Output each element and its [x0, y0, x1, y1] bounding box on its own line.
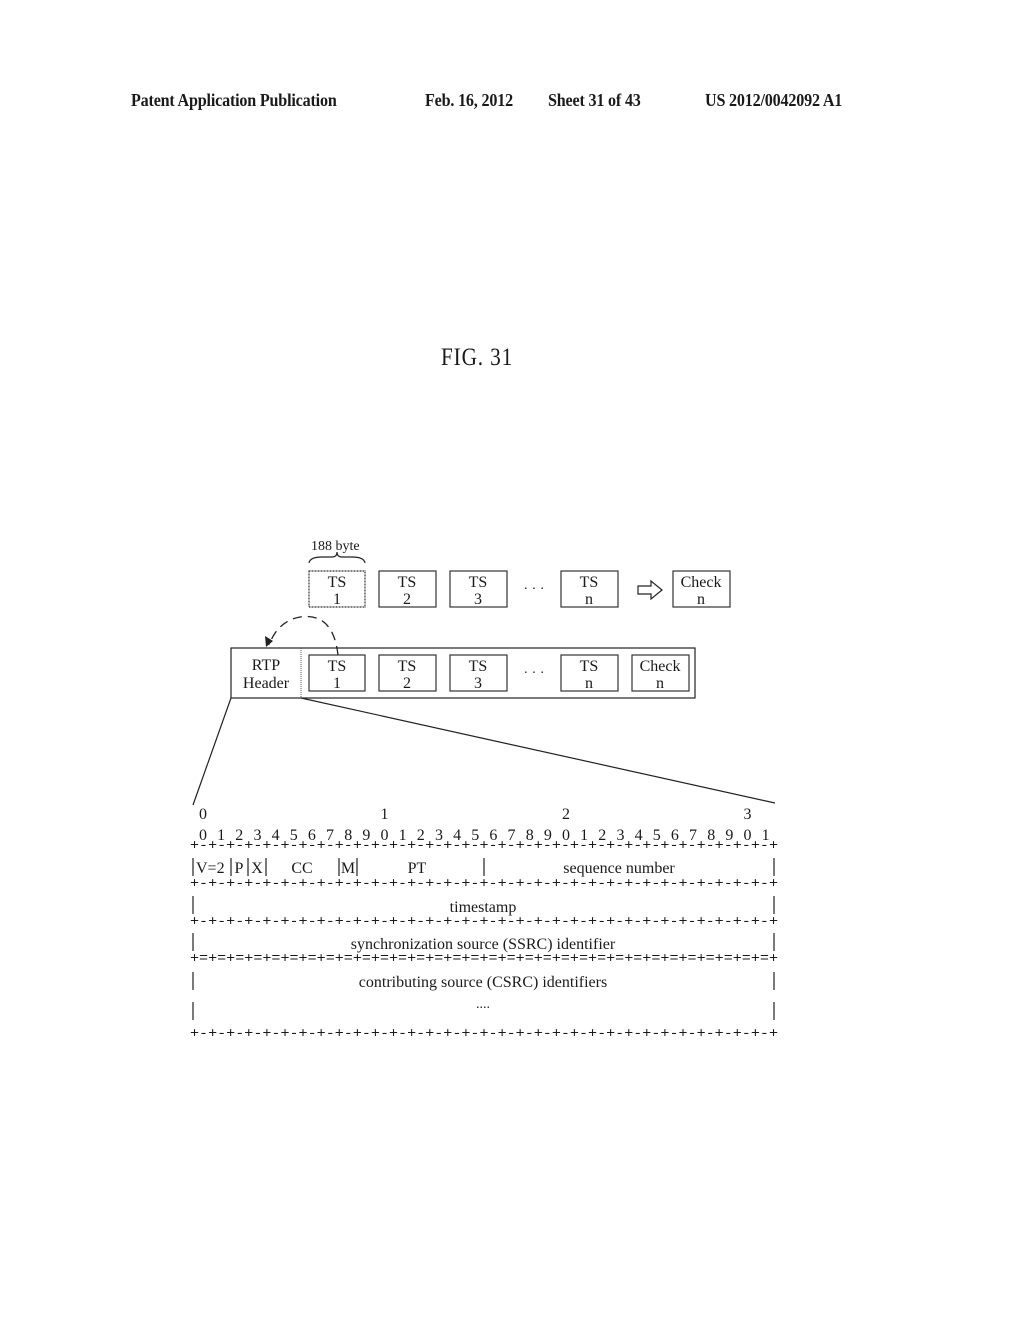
bit-tens-digit: 0 [199, 806, 207, 823]
zoom-line-left [192, 697, 232, 806]
header-row-3: synchronization source (SSRC) identifier [192, 933, 775, 953]
field-padding: P [235, 860, 244, 877]
ts-label: TS [328, 658, 347, 675]
rtp-ts-packet-1: TS 1 [308, 654, 366, 692]
bit-tens-row: 0 1 2 3 [199, 806, 752, 823]
byte-size-label: 188 byte [311, 539, 360, 554]
field-version: V=2 [196, 860, 225, 877]
header-row-4: contributing source (CSRC) identifiers [192, 972, 775, 991]
header-row-1: V=2 P X CC M PT sequence number [192, 858, 775, 877]
ellipsis: · · · [524, 666, 545, 681]
field-csrc: contributing source (CSRC) identifiers [359, 974, 607, 991]
check-index: n [697, 591, 705, 608]
rtp-ts-packet-3: TS 3 [449, 654, 508, 692]
ts-index: 2 [403, 675, 411, 692]
field-extension: X [251, 860, 263, 877]
ts-label: TS [398, 658, 417, 675]
bit-tens-digit: 1 [381, 806, 389, 823]
ts-index: n [585, 591, 593, 608]
row-separator: +-+-+-+-+-+-+-+-+-+-+-+-+-+-+-+-+-+-+-+-… [190, 838, 778, 854]
row-separator: +-+-+-+-+-+-+-+-+-+-+-+-+-+-+-+-+-+-+-+-… [190, 1026, 778, 1042]
field-ssrc: synchronization source (SSRC) identifier [351, 936, 616, 953]
field-csrc-count: CC [291, 860, 312, 877]
rtp-label: RTP [252, 657, 280, 674]
field-timestamp: timestamp [450, 899, 517, 916]
field-marker: M [341, 860, 355, 877]
ts-label: TS [580, 574, 599, 591]
row-separator: +=+=+=+=+=+=+=+=+=+=+=+=+=+=+=+=+=+=+=+=… [190, 951, 778, 967]
check-label: Check [681, 574, 722, 591]
rtp-diagram: 188 byte TS 1 TS 2 TS 3 · · · TS n Check… [190, 539, 778, 1042]
ts-label: TS [328, 574, 347, 591]
ts-packet-3: TS 3 [449, 570, 508, 608]
rtp-header-box: RTP Header [243, 657, 290, 692]
bit-tens-digit: 2 [562, 806, 570, 823]
ts-index: 3 [474, 675, 482, 692]
header-row-5: .... [192, 997, 775, 1020]
ts-index: 1 [333, 675, 341, 692]
row-separator: +-+-+-+-+-+-+-+-+-+-+-+-+-+-+-+-+-+-+-+-… [190, 876, 778, 892]
ts-index: 1 [333, 591, 341, 608]
row-separator: +-+-+-+-+-+-+-+-+-+-+-+-+-+-+-+-+-+-+-+-… [190, 914, 778, 930]
ts-packet-2: TS 2 [378, 570, 437, 608]
ts-label: TS [580, 658, 599, 675]
check-index: n [656, 675, 664, 692]
field-payload-type: PT [408, 860, 427, 877]
ts-label: TS [469, 658, 488, 675]
ts-packet-1: TS 1 [308, 570, 366, 608]
header-label: Header [243, 675, 290, 692]
ts-index: n [585, 675, 593, 692]
field-csrc-continued: .... [476, 997, 490, 1012]
rtp-ts-packet-2: TS 2 [378, 654, 437, 692]
bit-tens-digit: 3 [744, 806, 752, 823]
ellipsis: · · · [524, 582, 545, 597]
zoom-line-right [300, 697, 776, 804]
ts-packet-n: TS n [560, 570, 619, 608]
ts-label: TS [398, 574, 417, 591]
check-label: Check [640, 658, 681, 675]
ts-index: 2 [403, 591, 411, 608]
header-row-2: timestamp [192, 896, 775, 916]
hollow-arrow-icon [637, 579, 663, 601]
rtp-ts-packet-n: TS n [560, 654, 619, 692]
field-sequence-number: sequence number [563, 860, 675, 877]
ts-label: TS [469, 574, 488, 591]
dashed-arc-arrow [268, 615, 339, 656]
ts-index: 3 [474, 591, 482, 608]
check-packet: Check n [672, 570, 731, 608]
rtp-check-packet: Check n [631, 654, 690, 692]
